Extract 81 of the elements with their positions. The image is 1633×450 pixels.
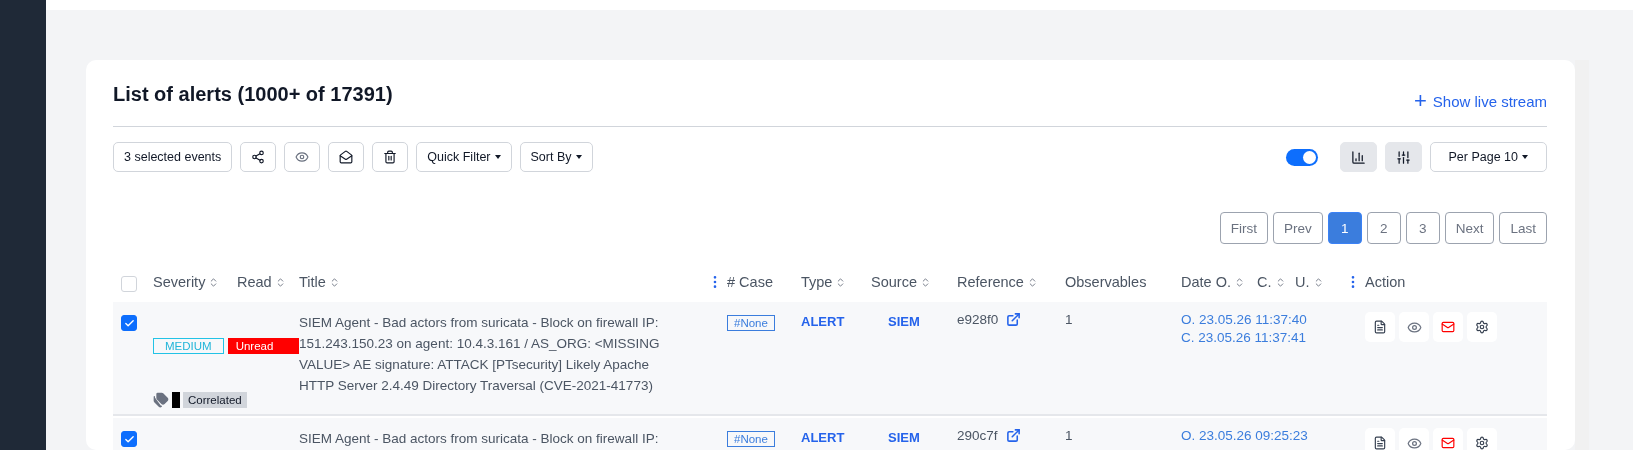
reference-text: e928f0 — [957, 312, 999, 327]
observables-count: 1 — [1065, 428, 1074, 443]
page-button[interactable]: Prev — [1272, 212, 1323, 244]
sort-by-dropdown[interactable]: Sort By — [519, 142, 593, 172]
settings-button[interactable] — [1467, 428, 1497, 450]
type-link[interactable]: ALERT — [801, 312, 871, 329]
date-text: C. 23.05.26 11:37:41 — [1181, 330, 1308, 345]
settings-icon — [1475, 436, 1489, 450]
mail-icon — [1441, 436, 1455, 450]
bar-chart-icon — [1350, 149, 1366, 165]
check-icon — [123, 433, 135, 445]
document-icon — [1373, 436, 1387, 450]
select-all-checkbox[interactable] — [121, 275, 137, 292]
share-button[interactable] — [240, 142, 277, 172]
settings-button[interactable] — [1467, 312, 1497, 342]
page-title: List of alerts (1000+ of 17391) — [113, 81, 393, 106]
document-icon — [1373, 320, 1387, 334]
toggle-switch[interactable] — [1285, 148, 1318, 166]
type-link[interactable]: ALERT — [801, 428, 871, 445]
chart-button[interactable] — [1339, 142, 1377, 172]
tags-icon — [153, 392, 169, 408]
column-header[interactable]: # Case — [727, 274, 773, 290]
quick-filter-dropdown[interactable]: Quick Filter — [416, 142, 512, 172]
page-button[interactable]: 2 — [1366, 212, 1401, 244]
eye-icon — [1406, 435, 1422, 450]
mail-button[interactable] — [1433, 312, 1463, 342]
column-header[interactable]: Read — [237, 274, 272, 290]
external-link-icon[interactable] — [1006, 312, 1022, 327]
sliders-icon — [1395, 149, 1411, 165]
share-icon — [251, 150, 266, 164]
eye-button[interactable] — [284, 142, 321, 172]
show-live-stream-link[interactable]: + Show live stream — [1413, 90, 1547, 112]
eye-button[interactable] — [1399, 312, 1429, 342]
settings-icon — [1475, 320, 1489, 334]
row-checkbox[interactable] — [121, 315, 137, 331]
row-checkbox[interactable] — [121, 431, 137, 447]
check-icon — [123, 317, 135, 329]
reference-text: 290c7f — [957, 428, 998, 443]
column-header[interactable]: Title — [299, 274, 326, 290]
mail-button[interactable] — [1433, 428, 1463, 450]
column-header[interactable]: Reference — [957, 274, 1024, 290]
page-button[interactable]: 3 — [1405, 212, 1440, 244]
alert-title: SIEM Agent - Bad actors from suricata - Block on firewall IP: 151.243.150.23 on agent: 10.4.3.161 / AS_ORG: <MISSING VALUE> AE signature: ATTACK [PTsecurity] Likely Apache HTTP Server 2.4.49 Directory Traversal (CVE-2021-41773) — [299, 314, 661, 395]
column-header[interactable]: U. — [1295, 274, 1310, 290]
mail-icon — [1441, 320, 1455, 334]
per-page-dropdown[interactable]: Per Page 10 — [1429, 142, 1547, 172]
external-link-icon[interactable] — [1005, 428, 1021, 443]
page-button[interactable]: 1 — [1327, 212, 1362, 244]
tag-marker — [172, 392, 180, 408]
observables-count: 1 — [1065, 312, 1074, 327]
date-text: O. 23.05.26 11:37:40 — [1181, 312, 1308, 327]
column-header[interactable]: Source — [871, 274, 917, 290]
case-badge: #None — [727, 431, 775, 447]
case-badge: #None — [727, 315, 775, 331]
eye-icon — [1406, 319, 1422, 335]
date-text: O. 23.05.26 09:25:23 — [1181, 428, 1309, 443]
page-button[interactable]: First — [1219, 212, 1268, 244]
eye-icon — [295, 150, 310, 164]
read-status-badge: Unread — [227, 338, 299, 354]
source-link[interactable]: SIEM — [871, 428, 957, 445]
column-header[interactable]: C. — [1257, 274, 1272, 290]
column-header[interactable]: Action — [1365, 274, 1406, 290]
eye-button[interactable] — [1399, 428, 1429, 450]
page-button[interactable]: Last — [1499, 212, 1547, 244]
page-button[interactable]: Next — [1444, 212, 1495, 244]
document-button[interactable] — [1365, 428, 1395, 450]
column-header[interactable]: Date O. — [1181, 274, 1231, 290]
tag-label: Correlated — [183, 392, 247, 408]
selected-events-button[interactable]: 3 selected events — [113, 142, 233, 172]
column-header[interactable]: Observables — [1065, 274, 1147, 290]
trash-icon — [383, 150, 398, 164]
column-header[interactable]: Severity — [153, 274, 206, 290]
delete-button[interactable] — [372, 142, 409, 172]
mail-open-button[interactable] — [328, 142, 365, 172]
sliders-button[interactable] — [1384, 142, 1422, 172]
open-envelope-icon — [339, 150, 354, 164]
severity-badge: MEDIUM — [153, 338, 224, 354]
alert-title: SIEM Agent - Bad actors from suricata - Block on firewall IP: — [299, 430, 660, 448]
source-link[interactable]: SIEM — [871, 312, 957, 329]
document-button[interactable] — [1365, 312, 1395, 342]
column-header[interactable]: Type — [801, 274, 833, 290]
